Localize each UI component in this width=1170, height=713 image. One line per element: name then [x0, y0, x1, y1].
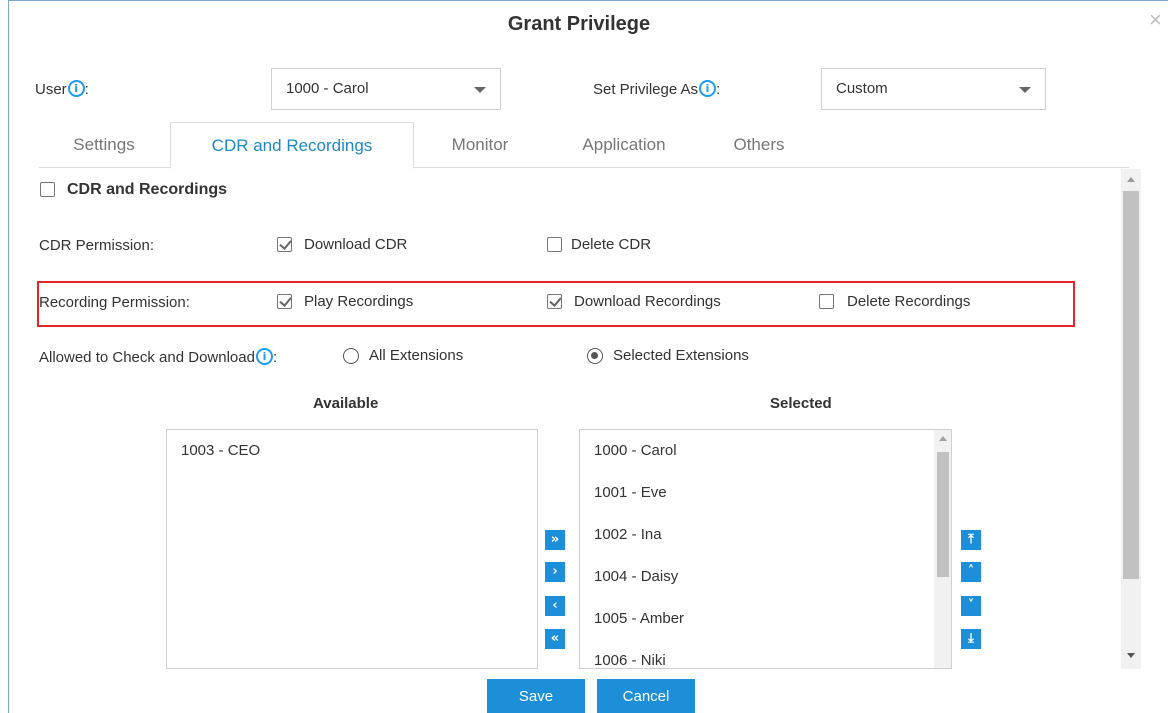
- play-recordings-label: Play Recordings: [304, 293, 414, 310]
- close-icon[interactable]: ×: [1149, 9, 1162, 31]
- all-extensions-label: All Extensions: [369, 347, 464, 364]
- available-list[interactable]: 1003 - CEO: [166, 429, 538, 669]
- move-up-button[interactable]: ˄: [961, 562, 981, 582]
- list-item[interactable]: 1003 - CEO: [181, 442, 260, 459]
- scroll-up-arrow-icon[interactable]: [939, 436, 947, 441]
- info-icon[interactable]: i: [255, 348, 273, 365]
- move-all-left-button[interactable]: «: [545, 629, 565, 649]
- cdr-recordings-section-checkbox[interactable]: [40, 182, 55, 197]
- download-recordings-checkbox[interactable]: [547, 294, 562, 309]
- tab-bar: Settings CDR and Recordings Monitor Appl…: [39, 122, 1129, 169]
- user-label-text: User: [35, 81, 67, 98]
- list-item[interactable]: 1000 - Carol: [594, 442, 677, 459]
- allowed-label-suffix: :: [272, 349, 278, 366]
- selected-extensions-radio[interactable]: [587, 348, 603, 364]
- delete-recordings-label: Delete Recordings: [847, 293, 971, 310]
- user-label: User i:: [35, 80, 89, 98]
- selected-header: Selected: [770, 395, 832, 412]
- grant-privilege-dialog: Grant Privilege × User i: 1000 - Carol Se…: [8, 0, 1168, 713]
- set-privilege-label: Set Privilege As i:: [593, 80, 720, 98]
- list-item[interactable]: 1001 - Eve: [594, 484, 667, 501]
- delete-cdr-checkbox[interactable]: [547, 237, 562, 252]
- privilege-select[interactable]: Custom: [821, 68, 1046, 110]
- download-recordings-label: Download Recordings: [574, 293, 721, 310]
- user-select-value: 1000 - Carol: [286, 80, 369, 97]
- delete-recordings-checkbox[interactable]: [819, 294, 834, 309]
- scroll-up-arrow-icon[interactable]: [1127, 177, 1135, 182]
- delete-cdr-label: Delete CDR: [571, 236, 652, 253]
- set-privilege-label-text: Set Privilege As: [593, 81, 699, 98]
- move-bottom-button[interactable]: ⤓: [961, 629, 981, 649]
- tab-settings[interactable]: Settings: [39, 122, 169, 168]
- user-select[interactable]: 1000 - Carol: [271, 68, 501, 110]
- move-down-button[interactable]: ˅: [961, 596, 981, 616]
- tab-monitor[interactable]: Monitor: [415, 122, 545, 168]
- dialog-title: Grant Privilege: [507, 13, 651, 35]
- info-icon[interactable]: i: [699, 80, 717, 97]
- list-item[interactable]: 1004 - Daisy: [594, 568, 678, 585]
- list-item[interactable]: 1002 - Ina: [594, 526, 662, 543]
- dialog-scroll-thumb[interactable]: [1123, 191, 1139, 579]
- all-extensions-radio[interactable]: [343, 348, 359, 364]
- dialog-scrollbar[interactable]: [1121, 169, 1141, 669]
- move-all-right-button[interactable]: »: [545, 530, 565, 550]
- selected-list[interactable]: 1000 - Carol 1001 - Eve 1002 - Ina 1004 …: [579, 429, 952, 669]
- selected-list-scrollbar[interactable]: [934, 430, 951, 668]
- tab-cdr-and-recordings[interactable]: CDR and Recordings: [170, 122, 414, 169]
- move-left-button[interactable]: ‹: [545, 596, 565, 616]
- section-label: CDR and Recordings: [67, 181, 228, 198]
- cdr-permission-label: CDR Permission:: [39, 237, 155, 254]
- save-button[interactable]: Save: [487, 679, 585, 713]
- set-privilege-label-suffix: :: [716, 81, 721, 98]
- recording-permission-label: Recording Permission:: [39, 294, 190, 311]
- allowed-label: Allowed to Check and Download i:: [39, 348, 277, 366]
- download-cdr-checkbox[interactable]: [277, 237, 292, 252]
- scroll-down-arrow-icon[interactable]: [1127, 653, 1135, 658]
- list-item[interactable]: 1006 - Niki: [594, 652, 666, 668]
- play-recordings-checkbox[interactable]: [277, 294, 292, 309]
- chevron-down-icon: [474, 87, 486, 93]
- chevron-down-icon: [1019, 87, 1031, 93]
- tab-others[interactable]: Others: [709, 122, 809, 168]
- download-cdr-label: Download CDR: [304, 236, 408, 253]
- move-right-button[interactable]: ›: [545, 562, 565, 582]
- user-label-suffix: :: [84, 81, 89, 98]
- cancel-button[interactable]: Cancel: [597, 679, 695, 713]
- list-item[interactable]: 1005 - Amber: [594, 610, 684, 627]
- tab-application[interactable]: Application: [549, 122, 699, 168]
- selected-list-scroll-thumb[interactable]: [937, 452, 949, 577]
- allowed-label-text: Allowed to Check and Download: [39, 349, 255, 366]
- available-header: Available: [313, 395, 379, 412]
- move-top-button[interactable]: ⤒: [961, 530, 981, 550]
- selected-extensions-label: Selected Extensions: [613, 347, 749, 364]
- privilege-select-value: Custom: [836, 80, 888, 97]
- info-icon[interactable]: i: [67, 80, 85, 97]
